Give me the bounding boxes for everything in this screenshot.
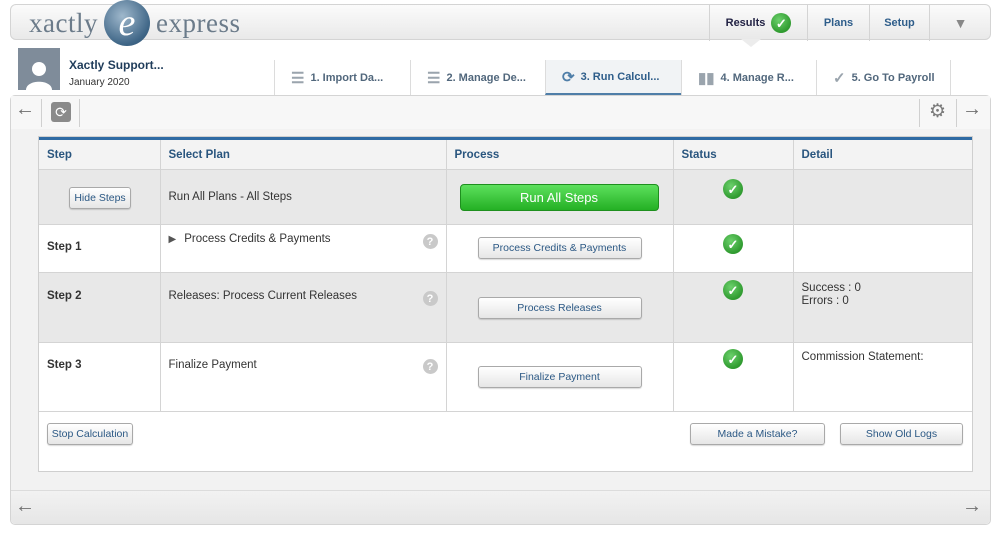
table-row: Step 2 Releases: Process Current Release… <box>39 272 972 343</box>
back-arrow-icon[interactable]: ← <box>15 495 35 518</box>
user-block: Xactly Support... January 2020 <box>18 48 164 90</box>
panel-bottom-bar: ← → <box>11 490 990 524</box>
detail-cell <box>793 224 972 273</box>
help-icon[interactable]: ? <box>422 359 438 374</box>
nav-results[interactable]: Results ✓ <box>709 5 807 41</box>
col-header-process: Process <box>446 137 674 170</box>
step-tabs: ☰ 1. Import Da... ☰ 2. Manage De... ⟳ 3.… <box>274 60 951 95</box>
top-header: xactly e express Results ✓ Plans Setup ▼ <box>10 0 991 46</box>
tab-import-data[interactable]: ☰ 1. Import Da... <box>274 60 410 95</box>
run-all-steps-button[interactable]: Run All Steps <box>459 184 659 211</box>
results-pointer <box>741 39 761 47</box>
checkmark-icon: ✓ <box>771 13 792 33</box>
list-icon: ☰ <box>427 69 441 87</box>
forward-arrow-icon[interactable]: → <box>962 98 982 121</box>
checkmark-icon: ✓ <box>833 69 846 87</box>
hide-steps-button[interactable]: Hide Steps <box>69 187 131 209</box>
xactly-express-logo[interactable]: xactly e express <box>29 0 240 47</box>
tab-manage-results[interactable]: ▮▮ 4. Manage R... <box>681 60 816 95</box>
col-header-plan: Select Plan <box>160 137 447 170</box>
refresh-icon[interactable]: ⟳ <box>51 102 71 122</box>
avatar[interactable] <box>18 48 60 90</box>
back-arrow-icon[interactable]: ← <box>15 98 35 121</box>
finalize-payment-button[interactable]: Finalize Payment <box>477 366 642 388</box>
status-success-icon: ✓ <box>723 179 743 199</box>
plan-name: Process Credits & Payments <box>184 233 331 245</box>
col-header-detail: Detail <box>793 137 972 170</box>
nav-setup[interactable]: Setup <box>869 5 929 41</box>
detail-commission-statement: Commission Statement: <box>801 351 924 363</box>
status-success-icon: ✓ <box>723 280 743 300</box>
status-success-icon: ✓ <box>723 234 743 254</box>
show-old-logs-button[interactable]: Show Old Logs <box>840 423 963 445</box>
user-silhouette-icon <box>26 62 52 90</box>
stop-calculation-button[interactable]: Stop Calculation <box>47 423 133 445</box>
step-label: Step 2 <box>39 272 161 343</box>
main-panel: ← ⟳ ⚙ → Step Select Plan Process Status … <box>10 95 991 525</box>
detail-success: Success : 0 <box>801 282 861 294</box>
help-icon[interactable]: ? <box>422 234 438 249</box>
step-label: Step 3 <box>39 342 161 412</box>
process-credits-payments-button[interactable]: Process Credits & Payments <box>477 237 642 259</box>
table-row: Hide Steps Run All Plans - All Steps Run… <box>39 169 972 225</box>
process-releases-button[interactable]: Process Releases <box>477 297 642 319</box>
col-header-status: Status <box>673 137 794 170</box>
status-success-icon: ✓ <box>723 349 743 369</box>
tab-label: 2. Manage De... <box>446 71 526 84</box>
caret-down-icon[interactable]: ▼ <box>929 5 991 41</box>
top-nav: Results ✓ Plans Setup ▼ <box>709 5 991 41</box>
panel-toolbar: ← ⟳ ⚙ → <box>11 96 990 129</box>
logo-e-icon: e <box>103 0 150 46</box>
nav-results-label: Results <box>725 17 766 29</box>
tab-label: 1. Import Da... <box>310 71 384 84</box>
tab-label: 3. Run Calcul... <box>580 70 660 83</box>
expand-triangle-icon[interactable]: ▶ <box>169 234 177 245</box>
tab-manage-details[interactable]: ☰ 2. Manage De... <box>410 60 545 95</box>
list-arrow-icon: ☰ <box>291 69 305 87</box>
plan-name: Releases: Process Current Releases <box>168 290 358 302</box>
tab-run-calculations[interactable]: ⟳ 3. Run Calcul... <box>545 60 681 95</box>
forward-arrow-icon[interactable]: → <box>962 495 982 518</box>
made-a-mistake-button[interactable]: Made a Mistake? <box>690 423 825 445</box>
nav-plans[interactable]: Plans <box>807 5 869 41</box>
tab-label: 5. Go To Payroll <box>851 71 935 84</box>
detail-errors: Errors : 0 <box>801 295 849 307</box>
tab-go-to-payroll[interactable]: ✓ 5. Go To Payroll <box>816 60 951 95</box>
plan-name: Finalize Payment <box>168 359 257 371</box>
steps-table: Step Select Plan Process Status Detail H… <box>39 137 972 412</box>
table-row: Step 3 Finalize Payment ? Finalize Payme… <box>39 342 972 412</box>
calculation-steps-panel: Step Select Plan Process Status Detail H… <box>38 136 973 472</box>
gear-icon[interactable]: ⚙ <box>929 100 946 123</box>
tab-label: 4. Manage R... <box>720 71 794 84</box>
help-icon[interactable]: ? <box>422 291 438 306</box>
refresh-icon: ⟳ <box>562 68 575 86</box>
logo-word-left: xactly <box>29 7 98 38</box>
user-period: January 2020 <box>69 77 130 88</box>
col-header-step: Step <box>39 137 161 170</box>
logo-word-right: express <box>155 7 241 38</box>
table-row: Step 1 ▶ Process Credits & Payments ? Pro… <box>39 224 972 273</box>
step-label: Step 1 <box>39 224 161 273</box>
plan-name: Run All Plans - All Steps <box>160 169 447 225</box>
bar-chart-icon: ▮▮ <box>698 69 715 87</box>
user-name[interactable]: Xactly Support... <box>69 58 164 72</box>
